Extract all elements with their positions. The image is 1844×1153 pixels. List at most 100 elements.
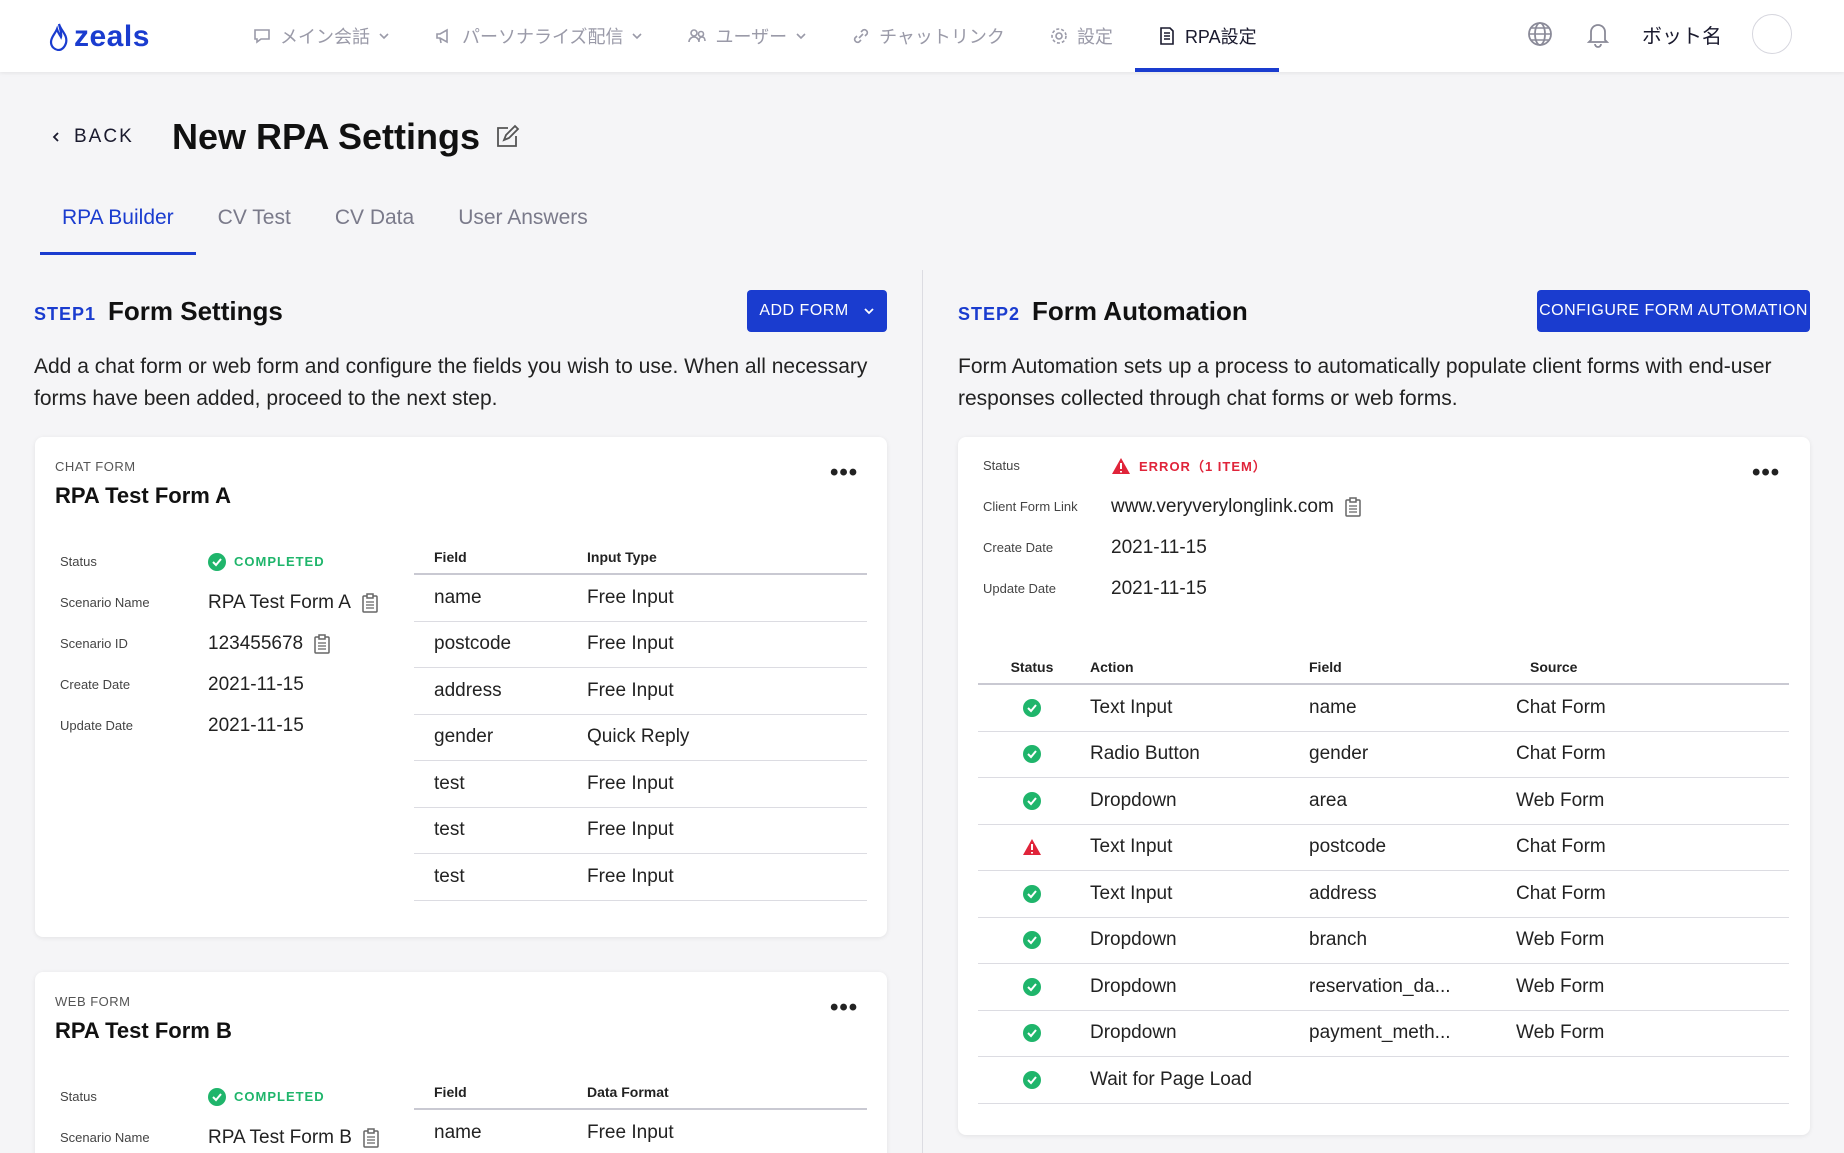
nav-chat-link[interactable]: チャットリンク — [829, 0, 1027, 72]
flame-icon — [49, 23, 68, 51]
nav-rpa-settings[interactable]: RPA設定 — [1134, 0, 1279, 72]
cell-field: reservation_da... — [1309, 975, 1451, 997]
cell-action: Wait for Page Load — [1090, 1068, 1252, 1090]
cell-type: Quick Reply — [587, 726, 690, 748]
create-date: 2021-11-15 — [208, 673, 304, 695]
table-row[interactable]: gender Quick Reply — [414, 715, 867, 761]
clipboard-icon[interactable] — [313, 633, 331, 654]
gear-icon — [1051, 28, 1067, 44]
configure-form-automation-button[interactable]: CONFIGURE FORM AUTOMATION — [1537, 290, 1810, 332]
more-options-icon[interactable]: ••• — [830, 994, 858, 1022]
more-options-icon[interactable]: ••• — [830, 459, 858, 487]
header-action: Action — [1090, 659, 1134, 675]
check-circle-icon — [1023, 1024, 1041, 1043]
cell-type: Free Input — [587, 1121, 674, 1143]
tab-cv-test[interactable]: CV Test — [196, 196, 313, 255]
clipboard-icon[interactable] — [1344, 496, 1362, 517]
cell-field: test — [434, 865, 465, 887]
step2-title: Form Automation — [1032, 296, 1248, 326]
chevron-left-icon — [52, 132, 59, 142]
cell-field: area — [1309, 789, 1348, 811]
bot-name[interactable]: ボット名 — [1642, 20, 1722, 49]
avatar[interactable] — [1752, 14, 1792, 54]
row-status — [978, 1070, 1086, 1090]
automation-meta: Status ERROR（1 ITEM） Client Form Link ww… — [983, 445, 1362, 609]
step2-label: STEP2 — [958, 304, 1021, 324]
cell-field: test — [434, 819, 465, 841]
meta-label-client-form-link: Client Form Link — [983, 499, 1078, 514]
table-row[interactable]: Radio Button gender Chat Form — [978, 732, 1789, 778]
header-field: Field — [434, 549, 467, 565]
check-circle-icon — [1023, 1070, 1041, 1089]
nav-users[interactable]: ユーザー — [665, 0, 829, 72]
table-row[interactable]: Text Input address Chat Form — [978, 871, 1789, 918]
cell-field: name — [1309, 696, 1357, 718]
clipboard-icon[interactable] — [362, 1127, 380, 1148]
warning-icon — [1112, 457, 1130, 474]
nav-label: ユーザー — [715, 27, 788, 47]
cell-action: Dropdown — [1090, 929, 1177, 951]
cell-type: Free Input — [587, 865, 674, 887]
client-form-link-value[interactable]: www.veryverylonglink.com — [1111, 496, 1334, 518]
nav-personalized-delivery[interactable]: パーソナライズ配信 — [412, 0, 665, 72]
cell-field: address — [1309, 882, 1377, 904]
cell-field: payment_meth... — [1309, 1022, 1451, 1044]
cell-field: postcode — [434, 633, 512, 655]
table-row[interactable]: test Free Input — [414, 761, 867, 808]
table-row[interactable]: Wait for Page Load — [978, 1057, 1789, 1104]
nav-settings[interactable]: 設定 — [1027, 0, 1135, 72]
web-form-card: WEB FORM RPA Test Form B ••• Status COMP… — [35, 972, 887, 1153]
table-row[interactable]: test Free Input — [414, 854, 867, 901]
update-date: 2021-11-15 — [208, 714, 304, 736]
cell-type: Free Input — [587, 772, 674, 794]
scenario-name: RPA Test Form A — [208, 592, 379, 614]
table-header: Status Action Field Source — [978, 645, 1789, 685]
tab-cv-data[interactable]: CV Data — [313, 196, 436, 255]
clipboard-icon[interactable] — [361, 592, 379, 613]
table-row[interactable]: Dropdown area Web Form — [978, 778, 1789, 825]
header-data-format: Data Format — [587, 1084, 669, 1100]
table-row[interactable]: address Free Input — [414, 668, 867, 715]
form-meta: Status COMPLETED Scenario Name RPA Test … — [60, 1076, 380, 1153]
meta-label-scenario-name: Scenario Name — [60, 595, 150, 610]
table-row[interactable]: test Free Input — [414, 808, 867, 854]
table-row[interactable]: Dropdown branch Web Form — [978, 918, 1789, 964]
form-name: RPA Test Form B — [55, 1018, 232, 1043]
row-status — [978, 698, 1086, 718]
cell-field: branch — [1309, 929, 1368, 951]
bell-icon[interactable] — [1584, 20, 1612, 48]
back-button[interactable]: BACK — [50, 126, 134, 148]
more-options-icon[interactable]: ••• — [1752, 459, 1780, 487]
nav-main-conversation[interactable]: メイン会話 — [230, 0, 412, 72]
table-row[interactable]: Text Input name Chat Form — [978, 685, 1789, 732]
table-row[interactable]: Dropdown payment_meth... Web Form — [978, 1011, 1789, 1057]
cell-action: Dropdown — [1090, 789, 1177, 811]
table-row[interactable]: name Free Input — [414, 1110, 867, 1153]
cell-type: Free Input — [587, 586, 674, 608]
table-row[interactable]: postcode Free Input — [414, 622, 867, 668]
row-status — [978, 884, 1086, 904]
top-navbar: zeals メイン会話 パーソナライズ配信 ユーザー チャットリンク 設定 RP… — [0, 0, 1844, 72]
table-header: Field Data Format — [414, 1072, 867, 1110]
tab-user-answers[interactable]: User Answers — [436, 196, 610, 255]
field-table: Field Input Type name Free Input postcode… — [414, 537, 867, 901]
row-status — [978, 930, 1086, 950]
scenario-id-value: 123455678 — [208, 632, 304, 654]
table-row[interactable]: Text Input postcode Chat Form — [978, 825, 1789, 871]
page-title-text: New RPA Settings — [172, 116, 481, 157]
cell-action: Dropdown — [1090, 1022, 1177, 1044]
table-row[interactable]: name Free Input — [414, 575, 867, 622]
nav-label: チャットリンク — [879, 27, 1005, 47]
cell-type: Free Input — [587, 679, 674, 701]
scenario-id: 123455678 — [208, 633, 331, 655]
edit-icon[interactable] — [494, 124, 520, 150]
add-form-button[interactable]: ADD FORM — [747, 290, 887, 332]
status-text: COMPLETED — [234, 1089, 325, 1104]
cell-field: postcode — [1309, 836, 1387, 858]
globe-icon[interactable] — [1526, 20, 1554, 48]
zeals-logo[interactable]: zeals — [48, 20, 150, 54]
tab-rpa-builder[interactable]: RPA Builder — [40, 196, 196, 255]
table-row[interactable]: Dropdown reservation_da... Web Form — [978, 964, 1789, 1011]
cell-source: Chat Form — [1516, 882, 1606, 904]
check-circle-icon — [1023, 884, 1041, 903]
